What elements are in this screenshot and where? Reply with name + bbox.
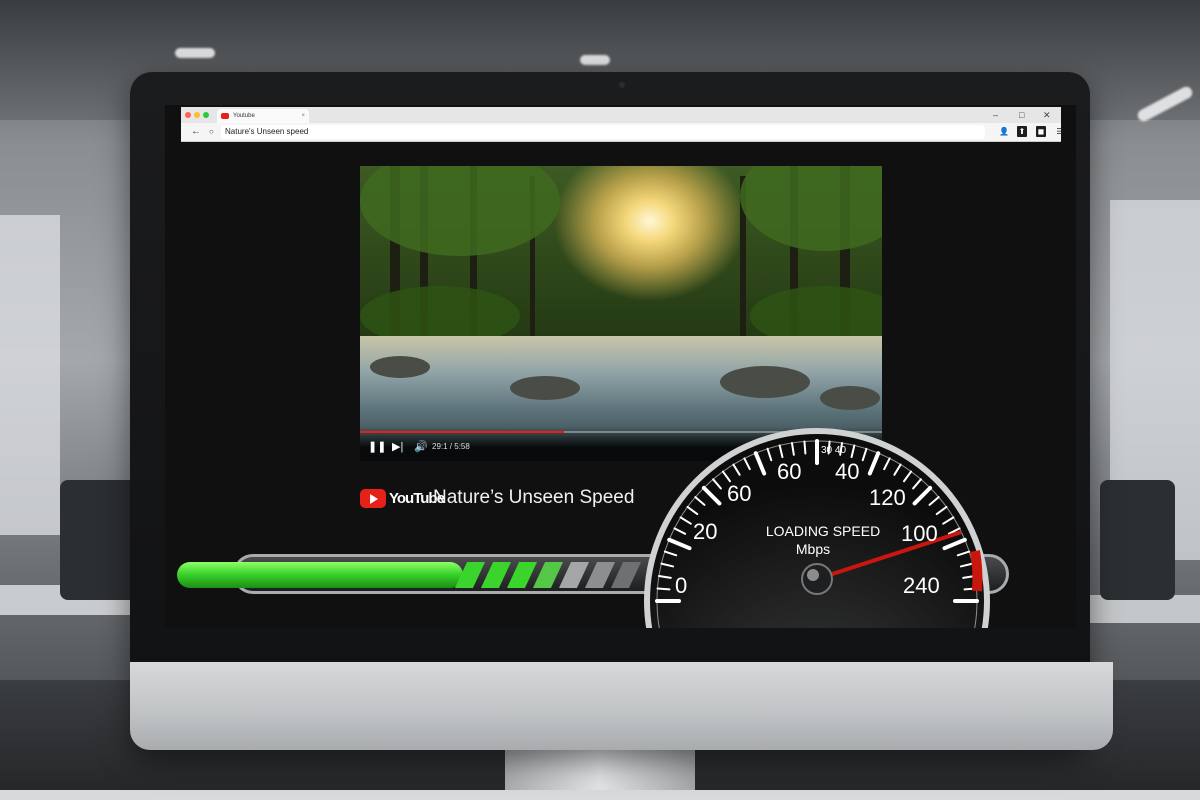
tab-close-icon[interactable]: × <box>301 109 305 123</box>
tick-label-60-top: 60 <box>777 459 802 484</box>
webcam-icon <box>619 82 625 88</box>
rock <box>510 376 580 400</box>
speedometer-top-label: 30 40 <box>821 445 847 456</box>
speedometer: 0 20 60 60 40 120 100 240 30 40 LOADING … <box>635 401 995 628</box>
tick-label-20: 20 <box>693 519 718 544</box>
minimize-window-dot[interactable] <box>194 112 200 118</box>
close-icon[interactable]: ✕ <box>1043 107 1051 123</box>
speedometer-tick <box>803 440 807 455</box>
speedometer-dial <box>635 418 995 628</box>
rock <box>370 356 430 378</box>
minimize-icon[interactable]: – <box>993 107 998 123</box>
tick-label-40: 40 <box>835 459 860 484</box>
address-bar: ← ○ Nature's Unseen speed 👤 ⬆ ◼ ☰ <box>181 123 1064 142</box>
extension-icon[interactable]: ⬆ <box>1017 126 1027 137</box>
youtube-favicon-icon <box>221 113 229 119</box>
pause-icon[interactable]: ❚❚ <box>368 441 386 453</box>
youtube-logo-icon <box>360 489 386 508</box>
url-input[interactable]: Nature's Unseen speed <box>221 125 985 139</box>
ceiling-light <box>175 48 215 58</box>
tick-label-60-left: 60 <box>727 481 752 506</box>
tab-title: Youtube <box>233 113 255 119</box>
desk-surface <box>0 790 1200 800</box>
tick-label-100: 100 <box>901 521 938 546</box>
office-chair <box>1100 480 1175 600</box>
reload-icon[interactable]: ○ <box>209 124 214 140</box>
screen: Youtube × – □ ✕ ← ○ Nature's Unseen spee… <box>165 105 1076 628</box>
loading-bar-fill <box>177 562 463 588</box>
window <box>0 215 60 535</box>
close-window-dot[interactable] <box>185 112 191 118</box>
tick-label-240: 240 <box>903 573 940 598</box>
speedometer-tick <box>656 587 671 591</box>
monitor-chin <box>130 662 1113 750</box>
video-progress-fill <box>360 431 564 433</box>
tick-label-120: 120 <box>869 485 906 510</box>
volume-icon[interactable]: 🔊 <box>414 441 428 453</box>
rock <box>720 366 810 398</box>
menu-icon[interactable]: ☰ <box>1055 126 1065 137</box>
back-arrow-icon[interactable]: ← <box>191 124 201 140</box>
tick-label-0: 0 <box>675 573 688 598</box>
profile-icon[interactable]: 👤 <box>999 126 1009 137</box>
speedometer-unit: Mbps <box>795 541 831 557</box>
browser-tab[interactable]: Youtube × <box>217 109 309 123</box>
next-icon[interactable]: ▶| <box>392 441 403 453</box>
browser-tab-bar: Youtube × – □ ✕ <box>181 107 1061 123</box>
video-title: Nature’s Unseen Speed <box>433 487 635 508</box>
restore-icon[interactable]: □ <box>1019 107 1024 123</box>
office-chair <box>60 480 140 600</box>
video-time: 29:1 / 5:58 <box>432 442 470 451</box>
bookmark-icon[interactable]: ◼ <box>1036 126 1046 137</box>
ceiling-light <box>580 55 610 65</box>
speedometer-label: LOADING SPEED <box>765 523 881 539</box>
maximize-window-dot[interactable] <box>203 112 209 118</box>
